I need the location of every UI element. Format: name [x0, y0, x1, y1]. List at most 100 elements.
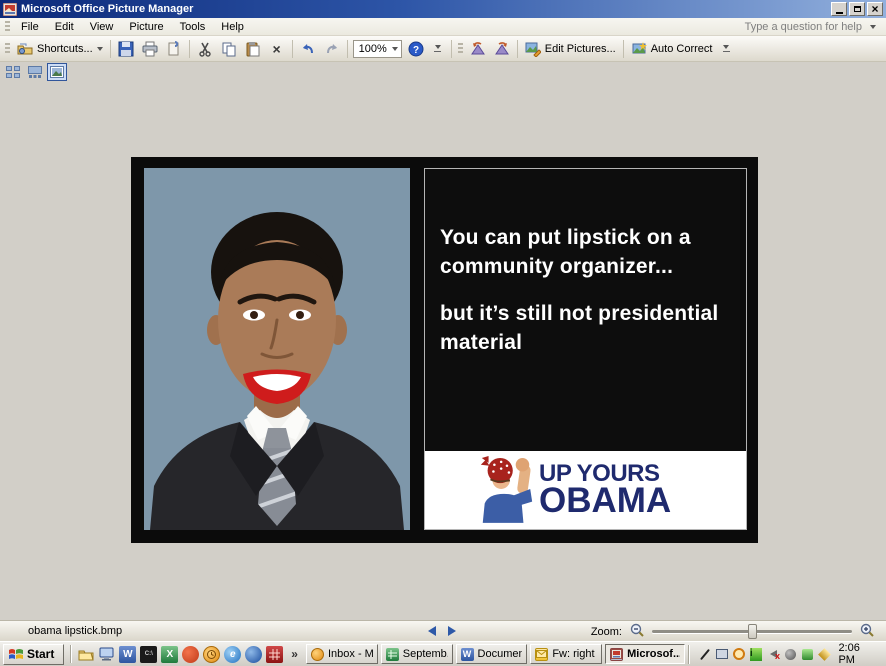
red-app-icon[interactable] [266, 646, 283, 663]
caption-paragraph-2: but it’s still not presidential material [440, 300, 732, 357]
redo-button[interactable] [320, 38, 344, 60]
globe-icon[interactable] [245, 646, 262, 663]
show-desktop-icon[interactable] [98, 646, 115, 663]
folder-icon[interactable] [77, 646, 94, 663]
paste-icon [245, 41, 261, 57]
email-icon [166, 41, 182, 57]
svg-text:?: ? [413, 45, 419, 56]
zoom-slider-track[interactable] [652, 630, 852, 633]
filmstrip-view-button[interactable] [25, 63, 45, 81]
copy-icon [221, 41, 237, 57]
shortcuts-label: Shortcuts... [37, 43, 93, 55]
separator [110, 40, 111, 58]
taskbar: Start W C:\ X e » Inbox - M [0, 641, 886, 666]
excel-icon[interactable]: X [161, 646, 178, 663]
app-icon [3, 3, 17, 16]
volume-muted-icon[interactable]: x [766, 647, 780, 662]
chevron-down-icon [870, 25, 876, 29]
single-picture-view-button[interactable] [47, 63, 67, 81]
updates-icon[interactable] [800, 647, 814, 662]
zoom-label: Zoom: [591, 626, 622, 638]
powerpoint-icon[interactable] [182, 646, 199, 663]
restore-button[interactable] [849, 2, 865, 16]
outlook-icon[interactable] [203, 646, 220, 663]
rotate-left-button[interactable] [466, 38, 490, 60]
thumbnail-view-icon [6, 66, 20, 78]
zoom-combo[interactable]: 100% [353, 40, 402, 58]
close-icon: × [871, 4, 878, 14]
menu-bar: File Edit View Picture Tools Help Type a… [0, 18, 886, 36]
sphere-icon[interactable] [783, 647, 797, 662]
close-button[interactable]: × [867, 2, 883, 16]
internet-explorer-icon[interactable]: e [224, 646, 241, 663]
menu-tools[interactable]: Tools [172, 19, 214, 35]
separator [292, 40, 293, 58]
info-status-icon[interactable]: i [749, 647, 763, 662]
system-tray: i x 2:06 PM [688, 645, 883, 664]
edit-pictures-icon [525, 41, 541, 57]
auto-correct-button[interactable]: Auto Correct [627, 38, 717, 60]
zoom-slider-thumb[interactable] [748, 624, 757, 639]
toolbar-options-button[interactable] [432, 38, 444, 60]
separator [189, 40, 190, 58]
caption-panel: You can put lipstick on a community orga… [424, 168, 747, 530]
cut-button[interactable] [193, 38, 217, 60]
toolbar-options-button[interactable] [720, 38, 732, 60]
window-title: Microsoft Office Picture Manager [21, 3, 831, 15]
toolbar-grip [5, 43, 10, 55]
menu-file[interactable]: File [13, 19, 47, 35]
next-picture-button[interactable] [448, 626, 456, 636]
zoom-in-icon[interactable] [860, 623, 874, 640]
word-icon: W [461, 648, 474, 661]
task-button-word[interactable]: W Documen... [456, 644, 528, 664]
quick-launch-overflow-button[interactable]: » [291, 647, 298, 661]
task-button-mail[interactable]: Fw: right ... [530, 644, 602, 664]
undo-button[interactable] [296, 38, 320, 60]
task-button-excel[interactable]: Septemb... [381, 644, 453, 664]
chevron-down-icon [97, 47, 103, 51]
print-button[interactable] [138, 38, 162, 60]
zoom-control: Zoom: [591, 623, 874, 640]
thumbnail-view-button[interactable] [3, 63, 23, 81]
outlook-icon [311, 648, 324, 661]
task-button-inbox[interactable]: Inbox - M... [306, 644, 378, 664]
caption-text: You can put lipstick on a community orga… [425, 169, 746, 357]
toolbar-grip [458, 43, 463, 55]
reminder-clock-icon[interactable] [732, 647, 746, 662]
restore-icon [854, 6, 861, 12]
menu-view[interactable]: View [82, 19, 122, 35]
save-button[interactable] [114, 38, 138, 60]
email-button[interactable] [162, 38, 186, 60]
minimize-button[interactable] [831, 2, 847, 16]
logo-line-2: OBAMA [539, 485, 671, 517]
undo-icon [300, 41, 316, 57]
word-icon[interactable]: W [119, 646, 136, 663]
start-label: Start [27, 647, 54, 661]
copy-button[interactable] [217, 38, 241, 60]
chevron-down-icon [392, 47, 398, 51]
zoom-out-icon[interactable] [630, 623, 644, 640]
delete-button[interactable]: × [265, 38, 289, 60]
title-bar: Microsoft Office Picture Manager × [0, 0, 886, 18]
paste-button[interactable] [241, 38, 265, 60]
save-icon [118, 41, 134, 57]
menu-help[interactable]: Help [213, 19, 252, 35]
previous-picture-button[interactable] [428, 626, 436, 636]
picture-canvas: You can put lipstick on a community orga… [0, 82, 886, 620]
shortcuts-button[interactable]: Shortcuts... [13, 38, 107, 60]
command-prompt-icon[interactable]: C:\ [140, 646, 157, 663]
help-question-box[interactable]: Type a question for help [741, 20, 880, 34]
menu-edit[interactable]: Edit [47, 19, 82, 35]
help-icon: ? [408, 41, 424, 57]
edit-pictures-button[interactable]: Edit Pictures... [521, 38, 620, 60]
separator [451, 40, 452, 58]
rotate-right-button[interactable] [490, 38, 514, 60]
start-button[interactable]: Start [3, 644, 64, 665]
help-button[interactable]: ? [404, 38, 428, 60]
pen-icon[interactable] [697, 647, 711, 662]
gold-utility-icon[interactable] [817, 647, 831, 662]
task-button-picture-manager[interactable]: Microsof... [605, 644, 685, 664]
current-filename: obama lipstick.bmp [28, 625, 122, 637]
menu-picture[interactable]: Picture [121, 19, 171, 35]
display-settings-icon[interactable] [715, 647, 729, 662]
